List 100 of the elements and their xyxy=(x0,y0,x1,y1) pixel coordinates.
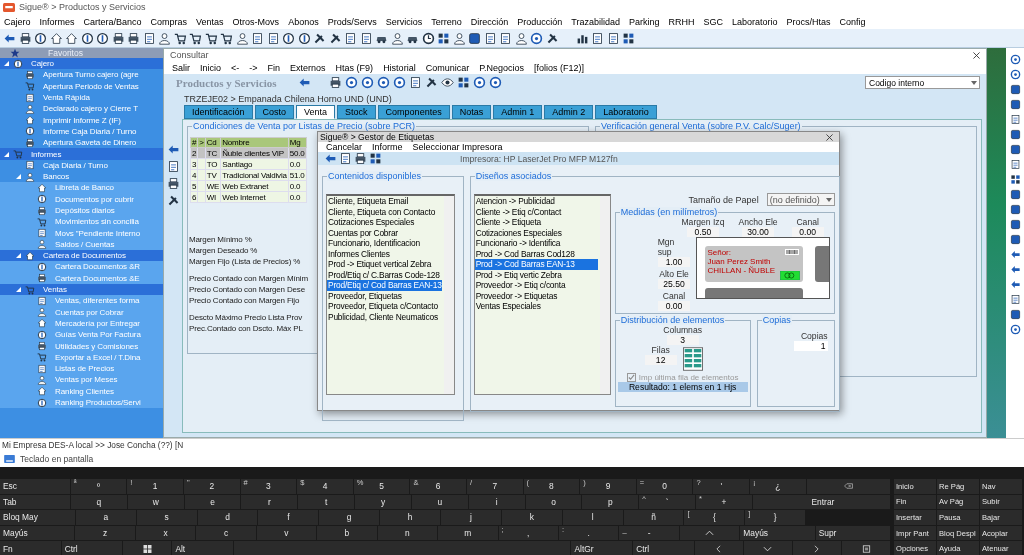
menu-item[interactable]: Trazabilidad xyxy=(571,16,620,27)
menu-item[interactable]: Externos xyxy=(290,62,326,73)
list-item[interactable]: Cliente -> Etiq c/Contact xyxy=(474,206,598,217)
key[interactable]: AltGr xyxy=(571,541,633,555)
key[interactable]: i xyxy=(468,494,525,510)
key[interactable]: g xyxy=(319,510,380,525)
list-item[interactable]: Ventas Especiales xyxy=(474,301,598,312)
close-icon[interactable] xyxy=(973,51,980,59)
cart-icon[interactable] xyxy=(220,31,233,45)
caret-icon[interactable] xyxy=(825,197,832,202)
document-icon[interactable] xyxy=(483,31,497,45)
square-icon[interactable] xyxy=(1009,99,1021,110)
square-icon[interactable] xyxy=(1009,204,1021,215)
key[interactable]: t xyxy=(298,494,355,510)
menu-item[interactable]: Seleccionar Impresora xyxy=(412,142,503,152)
expander-icon[interactable] xyxy=(16,174,21,180)
square-icon[interactable] xyxy=(1009,144,1021,155)
key[interactable]: p xyxy=(582,494,639,510)
tools-icon[interactable] xyxy=(313,31,326,45)
key[interactable]: y xyxy=(355,494,411,510)
key[interactable]: Tab xyxy=(0,494,70,510)
menu-item[interactable]: Cancelar xyxy=(326,142,363,152)
menu-item[interactable]: Compras xyxy=(150,16,188,27)
arrow-icon[interactable] xyxy=(297,76,311,89)
menu-item[interactable]: Cajero xyxy=(4,16,31,27)
close-icon[interactable] xyxy=(826,133,833,141)
list-item[interactable]: Prod -> Etiquet vertical Zebra xyxy=(327,259,442,270)
key[interactable]: k xyxy=(501,510,562,525)
printer-icon[interactable] xyxy=(127,31,140,45)
square-icon[interactable] xyxy=(1009,189,1021,200)
list-item[interactable]: Funcionario -> Identifica xyxy=(474,238,598,249)
tab[interactable]: Venta xyxy=(296,105,336,119)
document-icon[interactable] xyxy=(499,31,512,45)
key[interactable] xyxy=(123,541,172,555)
arrow-icon[interactable] xyxy=(1009,264,1021,275)
tab[interactable]: Admin 2 xyxy=(544,105,594,119)
arrow-icon[interactable] xyxy=(1009,249,1021,260)
scrollbar[interactable] xyxy=(443,196,454,394)
list-item[interactable]: Publicidad, Cliente Neumaticos xyxy=(327,311,442,322)
tree-item[interactable]: Cajero xyxy=(0,58,163,70)
key[interactable]: m xyxy=(438,525,498,541)
person-icon[interactable] xyxy=(390,31,404,45)
clock-icon[interactable] xyxy=(421,31,435,45)
menu-item[interactable]: RRHH xyxy=(668,16,695,27)
cart-icon[interactable] xyxy=(204,31,218,45)
key[interactable]: Entrar xyxy=(752,494,890,510)
house-icon[interactable] xyxy=(49,31,63,45)
circle-icon[interactable] xyxy=(376,76,390,89)
key[interactable]: Ctrl xyxy=(61,541,123,555)
tab[interactable]: Laboratorio xyxy=(595,105,657,119)
person-icon[interactable] xyxy=(514,31,528,45)
list-item[interactable]: Prod -> Cod Barras Cod128 xyxy=(474,248,598,259)
menu-item[interactable]: Historial xyxy=(383,62,416,73)
list-item[interactable]: Cotizaciones Especiales xyxy=(474,227,598,238)
key[interactable]: e xyxy=(184,494,241,510)
value-field[interactable]: 1.00 xyxy=(658,257,691,267)
menu-item[interactable]: Procs/Htas xyxy=(786,16,831,27)
square-icon[interactable] xyxy=(1009,309,1021,320)
grid-icon[interactable] xyxy=(369,152,382,165)
menu-item[interactable]: Informe xyxy=(372,142,403,152)
list-item[interactable]: Prod -> Etiq vertic Zebra xyxy=(474,269,598,280)
list-item[interactable]: Proveedor -> Etiq c/conta xyxy=(474,280,598,291)
expander-icon[interactable] xyxy=(16,287,21,293)
printer-icon[interactable] xyxy=(111,31,125,45)
menu-item[interactable]: Parking xyxy=(628,16,660,27)
list-item[interactable]: Informes Clientes xyxy=(327,248,442,259)
key[interactable]: l xyxy=(562,510,623,525)
menu-item[interactable]: Terreno xyxy=(431,16,462,27)
tools-icon[interactable] xyxy=(166,194,180,207)
key[interactable]: c xyxy=(196,525,256,541)
menu-item[interactable]: [folios (F12)] xyxy=(534,62,585,73)
key[interactable]: Mayús xyxy=(0,525,75,541)
menu-item[interactable]: Htas (F9) xyxy=(335,62,374,73)
value-field[interactable]: 0.00 xyxy=(791,227,824,237)
arrow-icon[interactable] xyxy=(1009,279,1021,290)
circle-icon[interactable] xyxy=(392,76,406,89)
menu-item[interactable]: Fin xyxy=(267,62,281,73)
person-icon[interactable] xyxy=(158,31,171,45)
menu-item[interactable]: Comunicar xyxy=(425,62,470,73)
document-icon[interactable] xyxy=(251,31,264,45)
person-icon[interactable] xyxy=(452,31,466,45)
key[interactable] xyxy=(842,541,891,555)
menu-item[interactable]: Salir xyxy=(172,62,190,73)
menu-item[interactable]: Abonos xyxy=(288,16,319,27)
paper-size-dropdown[interactable]: (no definido) xyxy=(766,193,835,206)
lookup-dropdown[interactable]: Codigo interno xyxy=(865,76,980,89)
eye-icon[interactable] xyxy=(440,76,454,89)
value-field[interactable]: 25.50 xyxy=(658,279,691,289)
value-field[interactable]: 30.00 xyxy=(742,227,775,237)
document-icon[interactable] xyxy=(142,31,156,45)
list-item[interactable]: Proveedor, Etiquetas xyxy=(327,290,442,301)
printer-icon[interactable] xyxy=(166,177,180,190)
key[interactable]: v xyxy=(256,525,317,541)
grid-icon[interactable] xyxy=(456,76,470,89)
key[interactable]: s xyxy=(136,510,197,525)
tools-icon[interactable] xyxy=(328,31,342,45)
key[interactable]: d xyxy=(197,510,258,525)
value-field[interactable]: 0.50 xyxy=(686,227,719,237)
menu-item[interactable]: Inicio xyxy=(200,62,222,73)
menu-item[interactable]: Informes xyxy=(39,16,75,27)
